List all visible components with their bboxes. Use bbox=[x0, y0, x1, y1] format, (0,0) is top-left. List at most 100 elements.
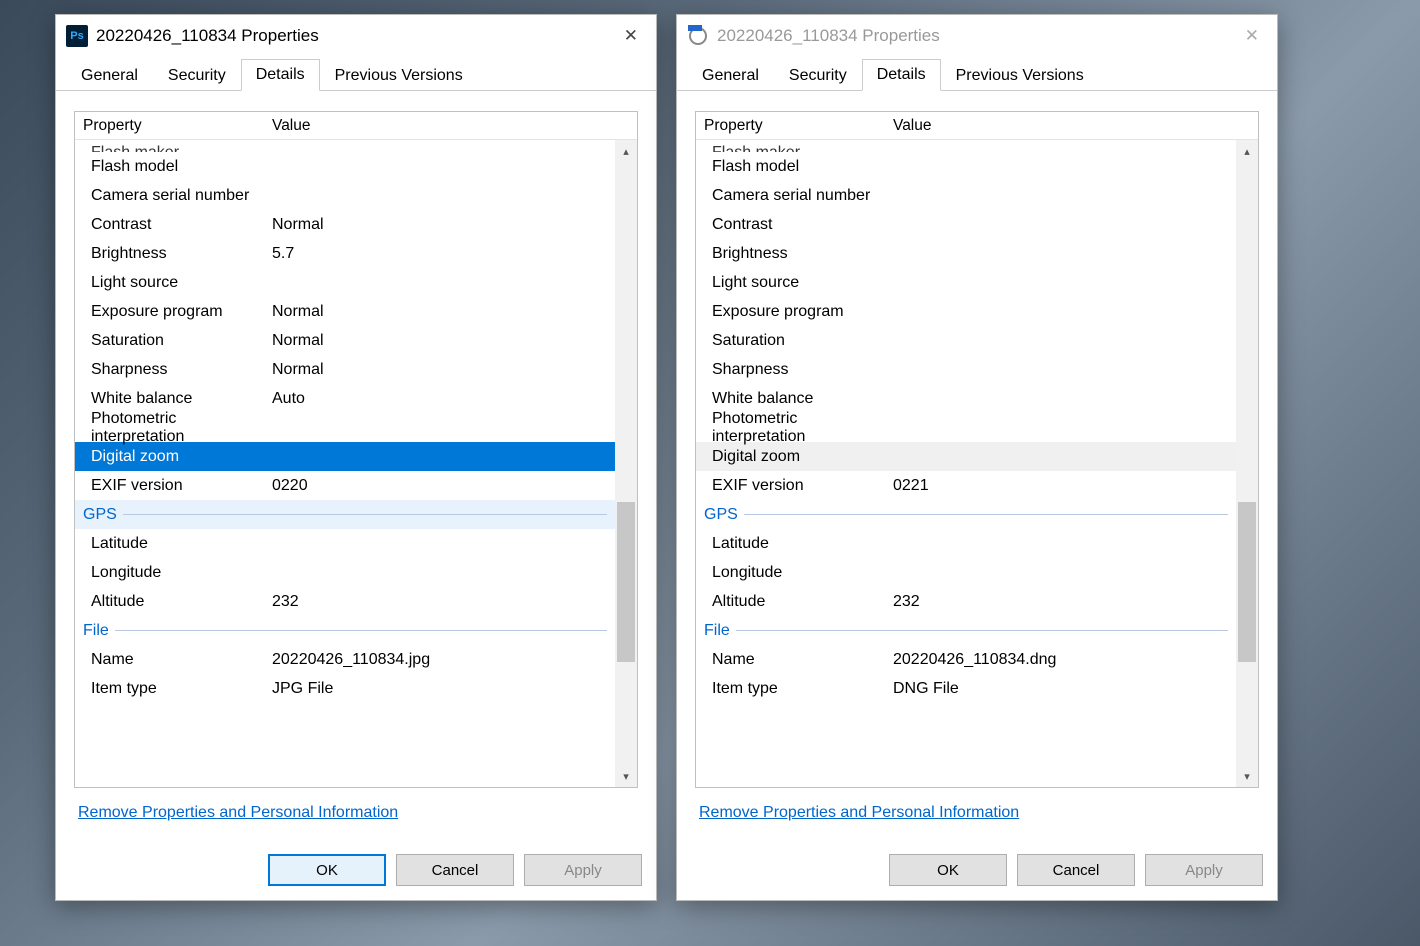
tab-general[interactable]: General bbox=[687, 60, 774, 91]
property-name: Digital zoom bbox=[704, 448, 891, 466]
property-value: JPG File bbox=[270, 680, 615, 698]
table-row[interactable]: Light source bbox=[75, 268, 615, 297]
table-row[interactable]: Name20220426_110834.jpg bbox=[75, 645, 615, 674]
column-header-property[interactable]: Property bbox=[75, 117, 270, 135]
scroll-up-icon[interactable]: ▴ bbox=[1236, 140, 1258, 162]
scroll-up-icon[interactable]: ▴ bbox=[615, 140, 637, 162]
table-row[interactable]: Photometric interpretation bbox=[696, 413, 1236, 442]
grid-header[interactable]: PropertyValue bbox=[75, 112, 637, 140]
properties-dialog: 20220426_110834 Properties ✕ GeneralSecuri… bbox=[676, 14, 1278, 901]
table-row[interactable]: Brightness5.7 bbox=[75, 239, 615, 268]
close-icon[interactable]: ✕ bbox=[616, 22, 646, 50]
table-row[interactable]: ContrastNormal bbox=[75, 210, 615, 239]
scroll-track[interactable] bbox=[1236, 162, 1258, 765]
group-header[interactable]: File bbox=[75, 616, 615, 645]
table-row[interactable]: Digital zoom bbox=[75, 442, 615, 471]
scroll-thumb[interactable] bbox=[1238, 502, 1256, 662]
titlebar[interactable]: Ps20220426_110834 Properties✕ bbox=[56, 15, 656, 57]
table-row[interactable]: Camera serial number bbox=[75, 181, 615, 210]
property-name: Name bbox=[83, 651, 270, 669]
table-row[interactable]: Latitude bbox=[75, 529, 615, 558]
grid-header[interactable]: PropertyValue bbox=[696, 112, 1258, 140]
ok-button[interactable]: OK bbox=[268, 854, 386, 886]
tab-security[interactable]: Security bbox=[153, 60, 241, 91]
property-name: White balance bbox=[83, 390, 270, 408]
column-header-value[interactable]: Value bbox=[891, 117, 1258, 135]
tab-content: PropertyValueFlash makerFlash modelCamer… bbox=[677, 91, 1277, 840]
apply-button: Apply bbox=[1145, 854, 1263, 886]
ok-button[interactable]: OK bbox=[889, 854, 1007, 886]
close-icon[interactable]: ✕ bbox=[1237, 22, 1267, 50]
divider-line bbox=[736, 630, 1228, 631]
table-row[interactable]: Item typeJPG File bbox=[75, 674, 615, 703]
property-name: Light source bbox=[704, 274, 891, 292]
property-name: Photometric interpretation bbox=[704, 410, 891, 446]
property-value: Auto bbox=[270, 390, 615, 408]
tab-security[interactable]: Security bbox=[774, 60, 862, 91]
dialog-footer: OK Cancel Apply bbox=[677, 840, 1277, 900]
table-row[interactable]: Exposure programNormal bbox=[75, 297, 615, 326]
scroll-down-icon[interactable]: ▾ bbox=[1236, 765, 1258, 787]
table-row[interactable]: Exposure program bbox=[696, 297, 1236, 326]
property-name: EXIF version bbox=[83, 477, 270, 495]
tab-details[interactable]: Details bbox=[241, 59, 320, 91]
table-row[interactable]: Light source bbox=[696, 268, 1236, 297]
property-name: Item type bbox=[704, 680, 891, 698]
table-row[interactable]: Flash model bbox=[75, 152, 615, 181]
divider-line bbox=[744, 514, 1228, 515]
property-name: Longitude bbox=[83, 564, 270, 582]
table-row[interactable]: EXIF version0220 bbox=[75, 471, 615, 500]
cancel-button[interactable]: Cancel bbox=[1017, 854, 1135, 886]
column-header-property[interactable]: Property bbox=[696, 117, 891, 135]
property-name: Camera serial number bbox=[83, 187, 270, 205]
table-row[interactable]: Sharpness bbox=[696, 355, 1236, 384]
group-header[interactable]: GPS bbox=[75, 500, 615, 529]
scroll-track[interactable] bbox=[615, 162, 637, 765]
table-row[interactable]: Camera serial number bbox=[696, 181, 1236, 210]
scrollbar[interactable]: ▴▾ bbox=[1236, 140, 1258, 787]
scroll-down-icon[interactable]: ▾ bbox=[615, 765, 637, 787]
table-row[interactable]: Saturation bbox=[696, 326, 1236, 355]
property-name: Flash model bbox=[704, 158, 891, 176]
titlebar[interactable]: 20220426_110834 Properties ✕ bbox=[677, 15, 1277, 57]
table-row[interactable]: Latitude bbox=[696, 529, 1236, 558]
cancel-button[interactable]: Cancel bbox=[396, 854, 514, 886]
table-row[interactable]: Name20220426_110834.dng bbox=[696, 645, 1236, 674]
tab-previous-versions[interactable]: Previous Versions bbox=[941, 60, 1099, 91]
scroll-thumb[interactable] bbox=[617, 502, 635, 662]
group-label: GPS bbox=[83, 506, 123, 524]
property-name: Camera serial number bbox=[704, 187, 891, 205]
property-name: Flash model bbox=[83, 158, 270, 176]
table-row[interactable]: Altitude232 bbox=[696, 587, 1236, 616]
tab-previous-versions[interactable]: Previous Versions bbox=[320, 60, 478, 91]
remove-properties-link[interactable]: Remove Properties and Personal Informati… bbox=[78, 804, 638, 822]
table-row[interactable]: EXIF version0221 bbox=[696, 471, 1236, 500]
table-row[interactable]: Item typeDNG File bbox=[696, 674, 1236, 703]
table-row[interactable]: Flash maker bbox=[696, 140, 1236, 152]
divider-line bbox=[115, 630, 607, 631]
property-name: Latitude bbox=[83, 535, 270, 553]
table-row[interactable]: SaturationNormal bbox=[75, 326, 615, 355]
table-row[interactable]: Flash model bbox=[696, 152, 1236, 181]
tab-details[interactable]: Details bbox=[862, 59, 941, 91]
tab-general[interactable]: General bbox=[66, 60, 153, 91]
table-row[interactable]: Digital zoom bbox=[696, 442, 1236, 471]
table-row[interactable]: Brightness bbox=[696, 239, 1236, 268]
table-row[interactable]: Photometric interpretation bbox=[75, 413, 615, 442]
group-header[interactable]: File bbox=[696, 616, 1236, 645]
table-row[interactable]: Flash maker bbox=[75, 140, 615, 152]
table-row[interactable]: Longitude bbox=[696, 558, 1236, 587]
group-header[interactable]: GPS bbox=[696, 500, 1236, 529]
table-row[interactable]: Contrast bbox=[696, 210, 1236, 239]
table-row[interactable]: Longitude bbox=[75, 558, 615, 587]
remove-properties-link[interactable]: Remove Properties and Personal Informati… bbox=[699, 804, 1259, 822]
scrollbar[interactable]: ▴▾ bbox=[615, 140, 637, 787]
property-value: 5.7 bbox=[270, 245, 615, 263]
table-row[interactable]: Altitude232 bbox=[75, 587, 615, 616]
property-name: Latitude bbox=[704, 535, 891, 553]
window-title: 20220426_110834 Properties bbox=[717, 26, 1229, 46]
tab-content: PropertyValueFlash makerFlash modelCamer… bbox=[56, 91, 656, 840]
column-header-value[interactable]: Value bbox=[270, 117, 637, 135]
property-name: Contrast bbox=[704, 216, 891, 234]
table-row[interactable]: SharpnessNormal bbox=[75, 355, 615, 384]
